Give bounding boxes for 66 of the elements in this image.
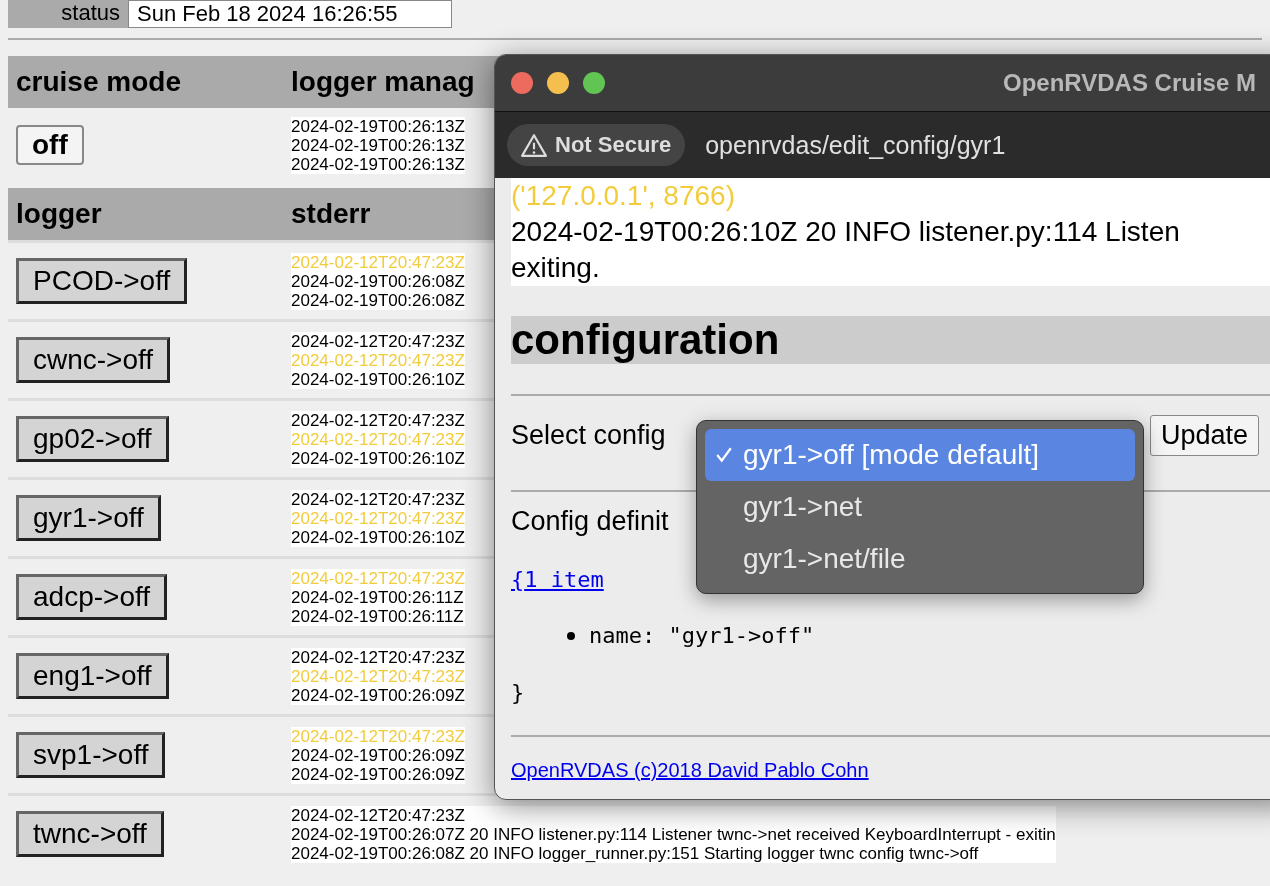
logger-button[interactable]: PCOD->off — [16, 258, 188, 304]
log-line: exiting. — [511, 251, 601, 285]
log-line: 2024-02-12T20:47:23Z — [291, 331, 465, 351]
minimize-icon[interactable] — [547, 72, 569, 94]
log-line: 2024-02-19T00:26:09Z — [291, 745, 465, 765]
log-line: 2024-02-12T20:47:23Z — [291, 647, 465, 667]
log-line: ('127.0.0.1', 8766) — [511, 179, 736, 213]
warning-icon — [521, 133, 547, 157]
log-line: 2024-02-19T00:26:11Z — [291, 587, 465, 607]
log-line: 2024-02-12T20:47:23Z — [291, 726, 465, 746]
security-badge[interactable]: Not Secure — [507, 124, 686, 166]
log-line: 2024-02-19T00:26:09Z — [291, 764, 465, 784]
log-line: 2024-02-12T20:47:23Z — [291, 568, 465, 588]
logger-button[interactable]: twnc->off — [16, 811, 164, 857]
footer-link[interactable]: OpenRVDAS (c)2018 David Pablo Cohn — [511, 759, 869, 782]
item-count-link[interactable]: 1 item — [524, 567, 604, 592]
check-icon — [715, 446, 733, 464]
log-line: 2024-02-19T00:26:08Z — [291, 290, 465, 310]
log-line: 2024-02-19T00:26:13Z — [291, 154, 465, 174]
dropdown-option[interactable]: gyr1->off [mode default] — [705, 429, 1135, 481]
logger-button[interactable]: eng1->off — [16, 653, 169, 699]
zoom-icon[interactable] — [583, 72, 605, 94]
log-line: 2024-02-19T00:26:13Z — [291, 116, 465, 136]
column-heading: logger — [15, 198, 103, 230]
column-heading: cruise mode — [15, 66, 182, 98]
log-line: 2024-02-12T20:47:23Z — [291, 252, 465, 272]
bullet-icon — [567, 632, 575, 640]
log-line: 2024-02-19T00:26:13Z — [291, 135, 465, 155]
log-line: 2024-02-19T00:26:10Z — [291, 527, 465, 547]
logger-button[interactable]: cwnc->off — [16, 337, 171, 383]
log-line: 2024-02-19T00:26:10Z — [291, 369, 465, 389]
log-line: 2024-02-12T20:47:23Z — [291, 429, 465, 449]
logger-button[interactable]: gp02->off — [16, 416, 169, 462]
log-line: 2024-02-12T20:47:23Z — [291, 489, 465, 509]
expand-link[interactable]: { — [511, 567, 525, 592]
status-value: Sun Feb 18 2024 16:26:55 — [128, 0, 452, 28]
logger-button[interactable]: svp1->off — [16, 732, 166, 778]
log-line: 2024-02-12T20:47:23Z — [291, 508, 465, 528]
log-line: 2024-02-19T00:26:11Z — [291, 606, 465, 626]
column-heading: logger manag — [290, 66, 475, 98]
select-label: Select config — [511, 419, 666, 451]
url-text[interactable]: openrvdas/edit_config/gyr1 — [705, 130, 1006, 160]
status-label: status — [60, 0, 121, 27]
log-line: 2024-02-19T00:26:10Z — [291, 448, 465, 468]
log-line: 2024-02-19T00:26:08Z 20 INFO logger_runner.py:151 Starting logger twnc config twnc->off — [291, 843, 980, 863]
log-line: 2024-02-19T00:26:08Z — [291, 271, 465, 291]
closing-brace: } — [511, 680, 526, 705]
column-heading: stderr — [290, 198, 371, 230]
logger-button[interactable]: gyr1->off — [16, 495, 161, 541]
close-icon[interactable] — [511, 72, 533, 94]
update-button[interactable]: Update — [1149, 414, 1259, 456]
log-line: 2024-02-19T00:26:07Z 20 INFO listener.py:114 Listener twnc->net received KeyboardInterrupt - exitin — [291, 824, 1056, 844]
section-heading: configuration — [511, 316, 1270, 364]
log-line: 2024-02-12T20:47:23Z — [291, 350, 465, 370]
log-line: 2024-02-19T00:26:10Z 20 INFO listener.py:114 Listen — [511, 215, 1181, 249]
window-title: OpenRVDAS Cruise M — [1003, 69, 1256, 97]
log-line: 2024-02-12T20:47:23Z — [291, 666, 465, 686]
dropdown-option[interactable]: gyr1->net — [705, 481, 1135, 533]
log-line: 2024-02-19T00:26:09Z — [291, 685, 465, 705]
log-line: 2024-02-12T20:47:23Z — [291, 410, 465, 430]
log-line: 2024-02-12T20:47:23Z — [291, 805, 466, 825]
cruise-mode-button[interactable]: off — [16, 125, 84, 165]
config-label: Config definit — [511, 506, 669, 537]
logger-button[interactable]: adcp->off — [16, 574, 168, 620]
dropdown-option[interactable]: gyr1->net/file — [705, 533, 1135, 585]
config-item: name: "gyr1->off" — [589, 622, 815, 650]
